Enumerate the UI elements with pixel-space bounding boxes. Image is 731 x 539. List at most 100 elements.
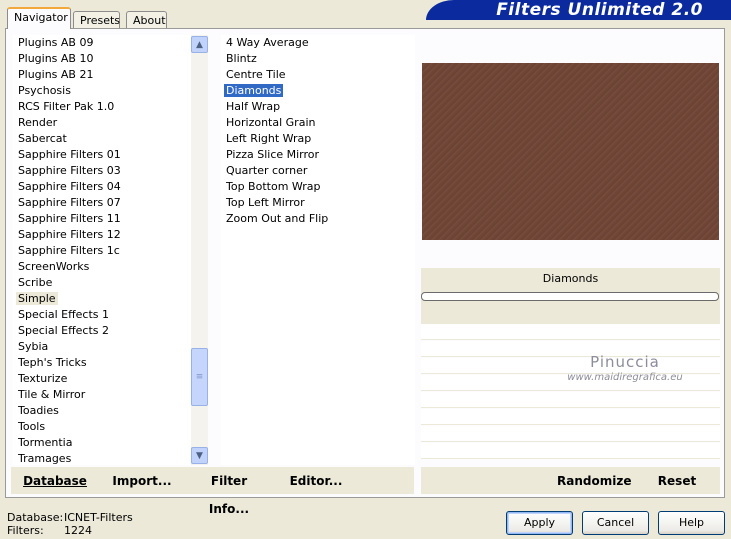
category-list-item-label: Tormentia xyxy=(18,436,73,449)
category-list-item[interactable]: Sapphire Filters 1c xyxy=(13,243,191,259)
category-list-item[interactable]: Tramages xyxy=(13,451,191,465)
database-status-label: Database: xyxy=(7,511,64,524)
chevron-down-icon: ▼ xyxy=(196,450,203,461)
help-button[interactable]: Help xyxy=(658,511,725,535)
category-list-item-label: Plugins AB 21 xyxy=(18,68,94,81)
category-list-item-label: Sapphire Filters 01 xyxy=(18,148,121,161)
category-list-item[interactable]: Sapphire Filters 04 xyxy=(13,179,191,195)
category-list-item[interactable]: Tile & Mirror xyxy=(13,387,191,403)
filter-list-item[interactable]: Half Wrap xyxy=(221,99,415,115)
database-button[interactable]: Database xyxy=(22,467,88,495)
filter-list-item-label: Quarter corner xyxy=(226,164,308,177)
filter-list-item-label: Diamonds xyxy=(224,84,284,97)
scroll-up-button[interactable]: ▲ xyxy=(191,36,208,53)
category-list-item[interactable]: Tools xyxy=(13,419,191,435)
filter-name-label: Diamonds xyxy=(542,272,599,285)
category-list-item[interactable]: RCS Filter Pak 1.0 xyxy=(13,99,191,115)
watermark-url: www.maidiregrafica.eu xyxy=(567,372,683,383)
scroll-down-button[interactable]: ▼ xyxy=(191,447,208,464)
parameter-row xyxy=(421,409,720,425)
category-list-item-label: Sapphire Filters 12 xyxy=(18,228,121,241)
watermark-name: Pinuccia xyxy=(590,353,660,371)
reset-button[interactable]: Reset xyxy=(654,467,700,495)
category-scrollbar[interactable]: ▲ ≡ ▼ xyxy=(191,35,208,465)
category-list-item[interactable]: Simple xyxy=(13,291,191,307)
category-list-item-label: Plugins AB 10 xyxy=(18,52,94,65)
cancel-button[interactable]: Cancel xyxy=(582,511,649,535)
database-status-value: ICNET-Filters xyxy=(64,511,133,524)
category-list-item-label: Sapphire Filters 11 xyxy=(18,212,121,225)
category-list-item[interactable]: Sybia xyxy=(13,339,191,355)
filter-list[interactable]: 4 Way Average Blintz Centre Tile Diamonds Ha… xyxy=(221,35,415,465)
category-list-item-label: Plugins AB 09 xyxy=(18,36,94,49)
filter-list-item[interactable]: Centre Tile xyxy=(221,67,415,83)
app-title: Filters Unlimited 2.0 xyxy=(496,0,703,20)
category-list-item[interactable]: Special Effects 2 xyxy=(13,323,191,339)
apply-button[interactable]: Apply xyxy=(506,511,573,535)
category-list-item-label: Sybia xyxy=(18,340,49,353)
category-list-item-label: Sapphire Filters 04 xyxy=(18,180,121,193)
category-list-item[interactable]: Scribe xyxy=(13,275,191,291)
category-list-item[interactable]: Texturize xyxy=(13,371,191,387)
category-list-item[interactable]: Psychosis xyxy=(13,83,191,99)
filter-list-item-label: Half Wrap xyxy=(226,100,281,113)
filters-count-label: Filters: xyxy=(7,524,44,537)
filter-list-item[interactable]: Horizontal Grain xyxy=(221,115,415,131)
filter-list-item[interactable]: 4 Way Average xyxy=(221,35,415,51)
category-list-item[interactable]: ScreenWorks xyxy=(13,259,191,275)
category-list-item[interactable]: Plugins AB 10 xyxy=(13,51,191,67)
filter-list-item-label: Pizza Slice Mirror xyxy=(226,148,320,161)
parameter-row xyxy=(421,426,720,442)
category-list-item[interactable]: Sabercat xyxy=(13,131,191,147)
tab-navigator[interactable]: Navigator xyxy=(7,7,71,29)
filter-list-item[interactable]: Pizza Slice Mirror xyxy=(221,147,415,163)
grip-icon: ≡ xyxy=(195,372,204,382)
category-list-item-label: Special Effects 2 xyxy=(18,324,110,337)
filter-list-item-label: Centre Tile xyxy=(226,68,286,81)
category-list-item[interactable]: Teph's Tricks xyxy=(13,355,191,371)
filter-info-button[interactable]: Filter Info... xyxy=(192,467,266,516)
filter-list-item[interactable]: Diamonds xyxy=(221,83,415,99)
preview-image xyxy=(422,63,719,240)
filter-list-item-label: 4 Way Average xyxy=(226,36,309,49)
category-list-item-label: Simple xyxy=(16,292,58,305)
app-banner: Filters Unlimited 2.0 xyxy=(426,0,731,20)
filter-list-item[interactable]: Left Right Wrap xyxy=(221,131,415,147)
category-list-item-label: Sapphire Filters 07 xyxy=(18,196,121,209)
parameter-row xyxy=(421,443,720,459)
filter-list-item[interactable]: Top Bottom Wrap xyxy=(221,179,415,195)
filter-list-item[interactable]: Quarter corner xyxy=(221,163,415,179)
category-list-item-label: RCS Filter Pak 1.0 xyxy=(18,100,115,113)
category-list-item-label: Sapphire Filters 03 xyxy=(18,164,121,177)
category-list-item[interactable]: Sapphire Filters 11 xyxy=(13,211,191,227)
progress-bar xyxy=(421,292,719,301)
filters-count-value: 1224 xyxy=(64,524,92,537)
parameter-row xyxy=(421,392,720,408)
category-list-item[interactable]: Sapphire Filters 03 xyxy=(13,163,191,179)
scroll-thumb[interactable]: ≡ xyxy=(191,348,208,406)
category-list-item[interactable]: Special Effects 1 xyxy=(13,307,191,323)
category-list-item-label: Texturize xyxy=(18,372,68,385)
category-list-item-label: Render xyxy=(18,116,58,129)
category-list-item[interactable]: Render xyxy=(13,115,191,131)
category-list-item-label: Sabercat xyxy=(18,132,67,145)
editor-button[interactable]: Editor... xyxy=(287,467,345,495)
category-list-item[interactable]: Plugins AB 21 xyxy=(13,67,191,83)
import-button[interactable]: Import... xyxy=(112,467,172,495)
randomize-button[interactable]: Randomize xyxy=(557,467,631,495)
category-list-item[interactable]: Tormentia xyxy=(13,435,191,451)
filter-list-item[interactable]: Zoom Out and Flip xyxy=(221,211,415,227)
category-list-item[interactable]: Plugins AB 09 xyxy=(13,35,191,51)
chevron-up-icon: ▲ xyxy=(196,39,203,50)
category-list-item[interactable]: Sapphire Filters 07 xyxy=(13,195,191,211)
category-list-item[interactable]: Toadies xyxy=(13,403,191,419)
category-list-item-label: Tramages xyxy=(18,452,72,465)
category-list-item[interactable]: Sapphire Filters 01 xyxy=(13,147,191,163)
filter-list-item[interactable]: Top Left Mirror xyxy=(221,195,415,211)
filter-list-item[interactable]: Blintz xyxy=(221,51,415,67)
category-list-item-label: Psychosis xyxy=(18,84,71,97)
category-list[interactable]: Plugins AB 09 Plugins AB 10 Plugins AB 21 P… xyxy=(13,35,191,465)
category-list-item[interactable]: Sapphire Filters 12 xyxy=(13,227,191,243)
category-list-item-label: Special Effects 1 xyxy=(18,308,110,321)
filter-list-item-label: Blintz xyxy=(226,52,257,65)
